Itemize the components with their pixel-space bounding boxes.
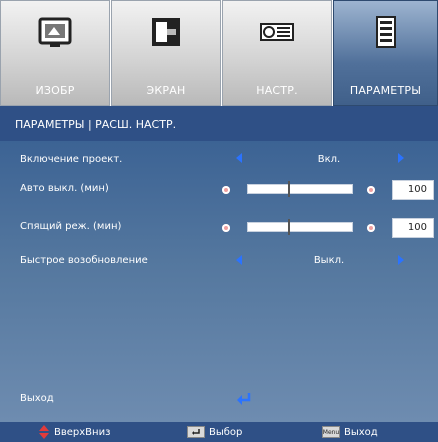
updown-arrows-icon	[39, 425, 49, 439]
plus-dial-icon	[367, 186, 375, 194]
minus-dial-icon	[222, 224, 230, 232]
auto-off-value-box[interactable]: 100	[392, 180, 434, 200]
tab-screen-label: ЭКРАН	[146, 84, 186, 97]
power-on-value: Вкл.	[317, 154, 341, 165]
sleep-value-box[interactable]: 100	[392, 218, 434, 238]
auto-off-value: 100	[407, 184, 427, 195]
page-title: ПАРАМЕТРЫ | РАСШ. НАСТР.	[15, 118, 177, 131]
section-header: ПАРАМЕТРЫ | РАСШ. НАСТР.	[0, 106, 438, 141]
sleep-slider[interactable]	[247, 222, 353, 232]
menu-key-icon: Menu	[322, 426, 340, 438]
exit-label[interactable]: Выход	[20, 393, 54, 404]
quick-resume-left-arrow-icon[interactable]	[236, 255, 242, 265]
image-icon	[38, 17, 72, 47]
tab-options[interactable]: ПАРАМЕТРЫ	[333, 0, 438, 106]
menu-tabs: ИЗОБР ЭКРАН НАСТР. ПАРАМЕТРЫ	[0, 0, 438, 106]
tab-image[interactable]: ИЗОБР	[0, 0, 110, 106]
sleep-slider-knob[interactable]	[288, 219, 290, 235]
footer-hints: ВверхВниз Выбор Menu Выход	[0, 422, 438, 442]
quick-resume-value: Выкл.	[313, 255, 345, 266]
hint-select: Выбор	[187, 422, 242, 442]
hint-updown: ВверхВниз	[38, 422, 110, 442]
options-list-icon	[375, 16, 396, 48]
screen-icon	[152, 18, 180, 46]
sleep-value: 100	[407, 222, 427, 233]
tab-image-label: ИЗОБР	[35, 84, 75, 97]
auto-off-slider[interactable]	[247, 184, 353, 194]
power-on-label: Включение проект.	[20, 154, 123, 165]
minus-dial-icon	[222, 186, 230, 194]
osd-menu: ИЗОБР ЭКРАН НАСТР. ПАРАМЕТРЫ ПАРАМЕТРЫ |…	[0, 0, 438, 442]
tab-setup-label: НАСТР.	[256, 84, 298, 97]
enter-key-icon	[187, 426, 205, 438]
power-on-right-arrow-icon[interactable]	[398, 153, 404, 163]
projector-icon	[260, 23, 294, 41]
hint-updown-label: ВверхВниз	[54, 426, 111, 438]
hint-exit: Menu Выход	[322, 422, 378, 442]
tab-screen[interactable]: ЭКРАН	[111, 0, 221, 106]
quick-resume-right-arrow-icon[interactable]	[398, 255, 404, 265]
hint-exit-label: Выход	[344, 426, 378, 438]
auto-off-label: Авто выкл. (мин)	[20, 183, 109, 194]
quick-resume-label: Быстрое возобновление	[20, 255, 148, 266]
enter-icon[interactable]	[236, 392, 252, 406]
plus-dial-icon	[367, 224, 375, 232]
sleep-label: Спящий реж. (мин)	[20, 221, 122, 232]
auto-off-slider-knob[interactable]	[288, 181, 290, 197]
tab-setup[interactable]: НАСТР.	[222, 0, 332, 106]
power-on-left-arrow-icon[interactable]	[236, 153, 242, 163]
tab-options-label: ПАРАМЕТРЫ	[349, 84, 422, 97]
hint-select-label: Выбор	[209, 426, 243, 438]
